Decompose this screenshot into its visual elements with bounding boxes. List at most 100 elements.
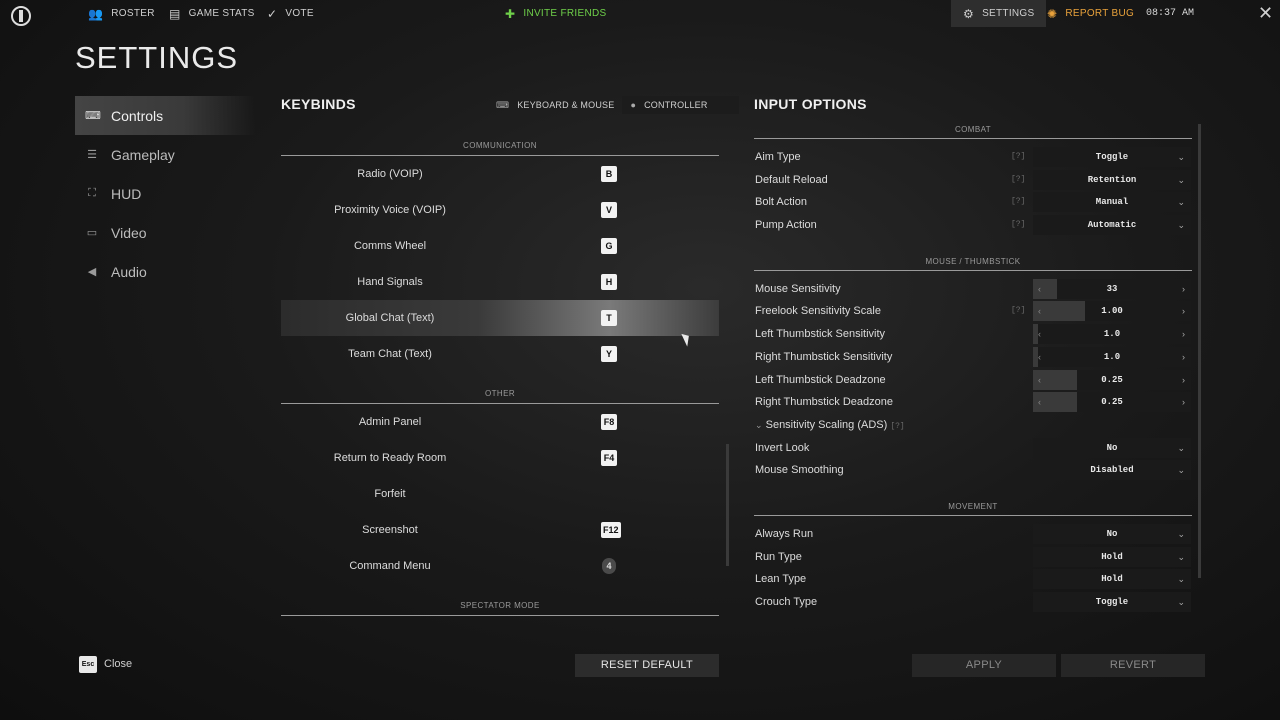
keybind-row[interactable]: Team Chat (Text) Y (281, 336, 719, 372)
keybind-row[interactable]: Return to Ready Room F4 (281, 440, 719, 476)
option-row: Aim Type [?] Toggle ⌄ (754, 146, 1192, 169)
option-dropdown[interactable]: Manual ⌄ (1033, 192, 1191, 213)
option-row: Right Thumbstick Sensitivity ‹ 1.0 › (754, 346, 1192, 369)
tab-keyboard-mouse[interactable]: ⌨ KEYBOARD & MOUSE (488, 96, 622, 114)
sidebar-item-video[interactable]: ▭ Video (75, 213, 255, 252)
option-row: Default Reload [?] Retention ⌄ (754, 169, 1192, 192)
chevron-down-icon: ⌄ (1177, 174, 1185, 185)
tab-controller[interactable]: ● CONTROLLER (622, 96, 740, 114)
keybind-key[interactable]: F8 (601, 414, 617, 430)
game-logo-icon[interactable] (11, 6, 31, 26)
keybind-row[interactable]: Hand Signals H (281, 264, 719, 300)
esc-key-icon[interactable]: Esc (79, 656, 97, 673)
option-slider[interactable]: ‹ 33 › (1033, 278, 1191, 299)
help-icon[interactable]: [?] (1011, 300, 1025, 322)
controller-icon: ● (630, 100, 637, 110)
keybind-row[interactable]: Global Chat (Text) T (281, 300, 719, 336)
option-slider[interactable]: ‹ 0.25 › (1033, 369, 1191, 390)
keybind-key[interactable]: B (601, 166, 617, 182)
sidebar-item-controls[interactable]: ⌨ Controls (75, 96, 255, 135)
keybind-key[interactable]: G (601, 238, 617, 254)
keybinds-list[interactable]: COMMUNICATION Radio (VOIP) B Proximity V… (281, 138, 719, 622)
keybind-row[interactable]: Proximity Voice (VOIP) V (281, 192, 719, 228)
revert-button[interactable]: REVERT (1061, 654, 1205, 677)
option-dropdown[interactable]: Hold ⌄ (1033, 569, 1191, 590)
option-dropdown[interactable]: No ⌄ (1033, 437, 1191, 458)
dropdown-value: Retention (1087, 174, 1137, 185)
nav-report-bug[interactable]: ✺ REPORT BUG (1047, 0, 1134, 27)
help-icon[interactable]: [?] (1011, 191, 1025, 213)
sensitivity-scaling-toggle[interactable]: ⌄ Sensitivity Scaling (ADS) [?] (754, 414, 1192, 437)
keybind-row[interactable]: Screenshot F12 (281, 512, 719, 548)
dropdown-value: Hold (1101, 574, 1123, 585)
keybind-label: Hand Signals (357, 276, 423, 288)
option-dropdown[interactable]: Hold ⌄ (1033, 546, 1191, 567)
keybind-label: Return to Ready Room (333, 452, 447, 464)
chevron-right-icon[interactable]: › (1182, 370, 1185, 390)
option-dropdown[interactable]: Toggle ⌄ (1033, 147, 1191, 167)
keybind-label: Screenshot (362, 524, 418, 536)
input-options-list[interactable]: COMBAT Aim Type [?] Toggle ⌄ Default Relo… (754, 122, 1192, 612)
keybinds-scrollbar[interactable] (726, 444, 729, 566)
sidebar-item-gameplay[interactable]: ☰ Gameplay (75, 135, 255, 174)
option-dropdown[interactable]: Disabled ⌄ (1033, 460, 1191, 481)
option-dropdown[interactable]: No ⌄ (1033, 523, 1191, 544)
invite-friends-icon: ✚ (505, 6, 516, 21)
close-button[interactable]: Close (104, 658, 132, 670)
nav-roster[interactable]: 👥 ROSTER (88, 0, 155, 27)
mouse-button-icon[interactable]: 4 (602, 558, 616, 574)
nav-game-stats-label: GAME STATS (188, 8, 255, 19)
keybind-row[interactable]: Admin Panel F8 (281, 404, 719, 440)
keybind-row[interactable]: Forfeit (281, 476, 719, 512)
help-icon[interactable]: [?] (1011, 146, 1025, 168)
gear-icon: ⚙ (963, 6, 975, 21)
keybind-label: Command Menu (349, 560, 431, 572)
help-icon[interactable]: [?] (890, 422, 904, 431)
chevron-right-icon[interactable]: › (1182, 324, 1185, 344)
option-label: Freelook Sensitivity Scale (755, 305, 881, 318)
option-slider[interactable]: ‹ 1.0 › (1033, 346, 1191, 367)
dropdown-value: Manual (1095, 197, 1129, 208)
option-label: Mouse Smoothing (755, 464, 844, 477)
keybinds-title: KEYBINDS (281, 96, 356, 112)
keybind-row[interactable]: Comms Wheel G (281, 228, 719, 264)
nav-settings[interactable]: ⚙ SETTINGS (951, 0, 1047, 27)
option-label: Always Run (755, 527, 814, 540)
chevron-right-icon[interactable]: › (1182, 347, 1185, 367)
apply-button[interactable]: APPLY (912, 654, 1056, 677)
help-icon[interactable]: [?] (1011, 214, 1025, 236)
keybind-key[interactable]: V (601, 202, 617, 218)
option-slider[interactable]: ‹ 1.00 › (1033, 301, 1191, 322)
option-dropdown[interactable]: Automatic ⌄ (1033, 215, 1191, 236)
nav-game-stats[interactable]: ▤ GAME STATS (169, 0, 255, 27)
chevron-down-icon: ⌄ (1177, 551, 1185, 562)
chevron-right-icon[interactable]: › (1182, 301, 1185, 321)
dropdown-value: No (1106, 528, 1118, 539)
keybind-key[interactable]: H (601, 274, 617, 290)
sidebar-item-audio[interactable]: ◀ Audio (75, 252, 255, 291)
keybind-row[interactable]: Radio (VOIP) B (281, 156, 719, 192)
reset-default-button[interactable]: RESET DEFAULT (575, 654, 719, 677)
option-label: ⌄ Sensitivity Scaling (ADS) [?] (755, 414, 905, 436)
chevron-right-icon[interactable]: › (1182, 279, 1185, 299)
nav-vote[interactable]: ✓ VOTE (267, 0, 314, 27)
input-options-scrollbar[interactable] (1198, 124, 1201, 578)
keybind-key[interactable]: F12 (601, 522, 621, 538)
keybind-key[interactable]: Y (601, 346, 617, 362)
sliders-icon: ☰ (87, 149, 97, 161)
sidebar-item-label: HUD (111, 185, 142, 202)
nav-invite-friends[interactable]: ✚ INVITE FRIENDS (505, 0, 606, 27)
chevron-right-icon[interactable]: › (1182, 392, 1185, 412)
help-icon[interactable]: [?] (1011, 169, 1025, 191)
option-slider[interactable]: ‹ 1.0 › (1033, 324, 1191, 345)
keybind-row[interactable]: Command Menu 4 (281, 548, 719, 584)
option-dropdown[interactable]: Retention ⌄ (1033, 169, 1191, 190)
option-row: Lean Type Hold ⌄ (754, 568, 1192, 591)
option-slider[interactable]: ‹ 0.25 › (1033, 392, 1191, 413)
nav-invite-friends-label: INVITE FRIENDS (523, 8, 607, 19)
close-icon[interactable]: ✕ (1258, 4, 1273, 22)
sidebar-item-hud[interactable]: ⛶ HUD (75, 174, 255, 213)
option-dropdown[interactable]: Toggle ⌄ (1033, 592, 1191, 612)
keybind-key[interactable]: T (601, 310, 617, 326)
keybind-key[interactable]: F4 (601, 450, 617, 466)
